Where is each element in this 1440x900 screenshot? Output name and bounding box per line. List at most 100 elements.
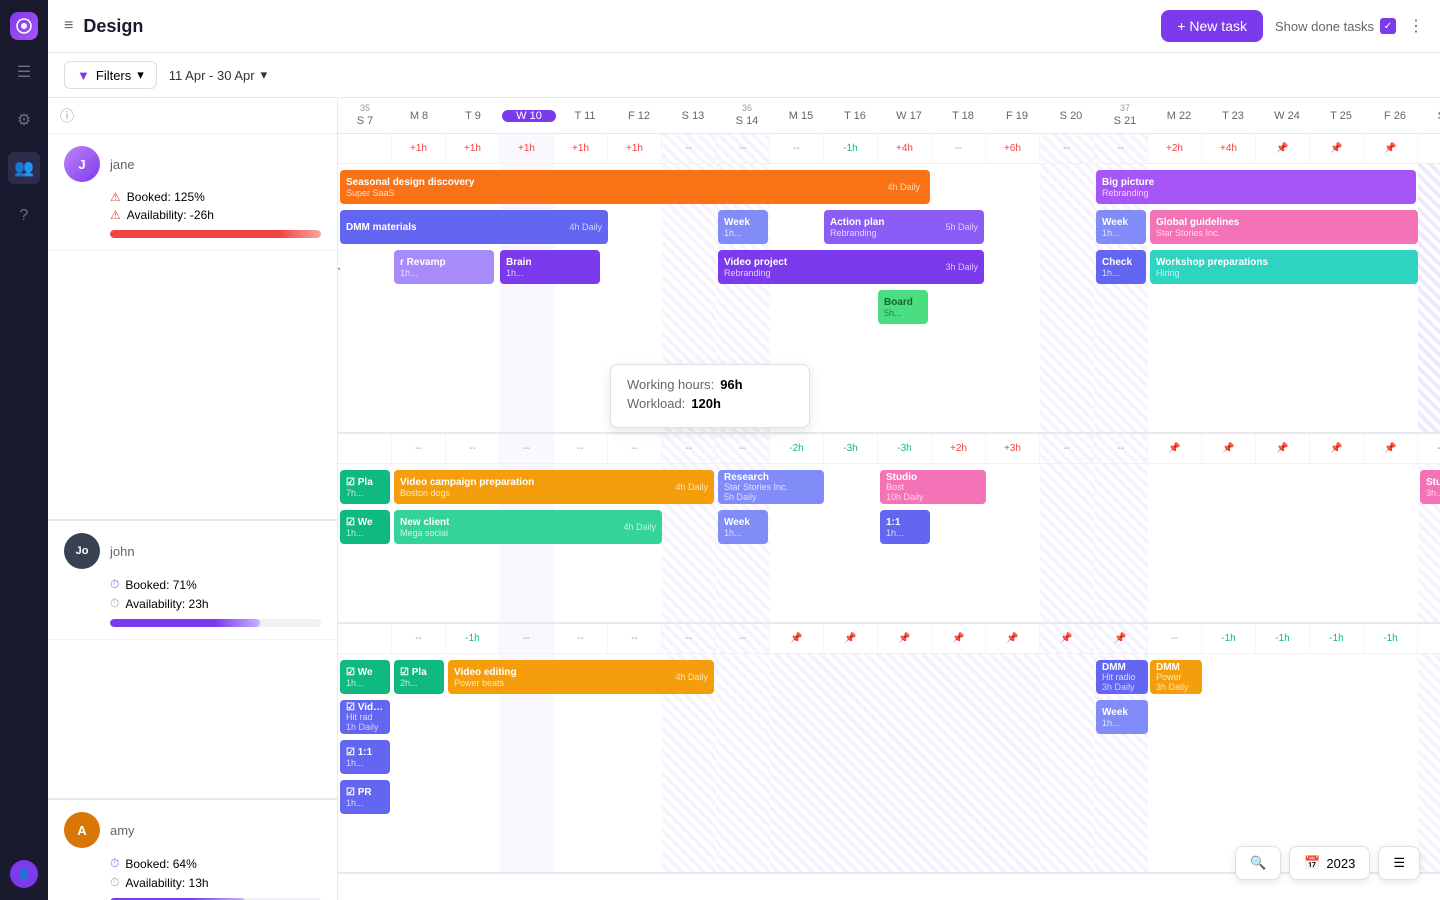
task-workshop-prep[interactable]: Workshop preparations Hiring [1150, 250, 1418, 284]
task-video-editing[interactable]: Video editing Power beats 4h Daily [448, 660, 714, 694]
overflow-cell-jane-3-today: +1h [500, 134, 554, 163]
user-info-john: Jo john [64, 533, 321, 569]
task-we-amy[interactable]: ☑ We 1h... [340, 660, 390, 694]
task-week-jane-1[interactable]: Week 1h... [718, 210, 768, 244]
task-dmm-materials[interactable]: DMM materials 4h Daily [340, 210, 608, 244]
overflow-cell-jane-5: +1h [608, 134, 662, 163]
task-board[interactable]: Board 5h... [878, 290, 928, 324]
day-col-w24: W 24 [1260, 110, 1314, 122]
task-check[interactable]: Check 1h... [1096, 250, 1146, 284]
show-availability-button[interactable]: Show availability [338, 257, 341, 340]
overflow-cell-jane-16: +4h [1202, 134, 1256, 163]
overflow-cell-jane-11: -- [932, 134, 986, 163]
overflow-cell-jane-9: -1h [824, 134, 878, 163]
day-col-t18: T 18 [936, 110, 990, 122]
task-big-picture[interactable]: Big picture Rebranding [1096, 170, 1416, 204]
task-week-amy[interactable]: Week 1h... [1096, 700, 1148, 734]
overflow-cell-jane-2: +1h [446, 134, 500, 163]
working-hours-tooltip: Working hours: 96h Workload: 120h [610, 364, 810, 428]
task-1-1-amy[interactable]: ☑ 1:1 1h... [340, 740, 390, 774]
task-seasonal-discovery[interactable]: Seasonal design discovery Super SaaS 4h … [340, 170, 930, 204]
workload-label: Workload: [627, 396, 685, 411]
new-task-label: + New task [1177, 18, 1247, 34]
task-studio-john-1[interactable]: Studio 3h... [1420, 470, 1440, 504]
task-pr-amy[interactable]: ☑ PR 1h... [340, 780, 390, 814]
sidebar-users-icon[interactable]: 👥 [8, 152, 40, 184]
overflow-cell-jane-12: +6h [986, 134, 1040, 163]
zoom-icon: 🔍 [1250, 855, 1266, 871]
day-col-s7: S 7 [338, 115, 392, 127]
availability-icon-amy: ⏱ [110, 875, 119, 890]
availability-icon-jane: ⚠ [110, 208, 121, 222]
task-brain[interactable]: Brain 1h... [500, 250, 600, 284]
done-checkbox[interactable]: ✓ [1380, 18, 1396, 34]
sidebar-help-icon[interactable]: ? [8, 200, 40, 232]
zoom-button[interactable]: 🔍 [1235, 846, 1281, 880]
task-studio-john-0[interactable]: Studio Bost 10h Daily [880, 470, 986, 504]
calendar-button[interactable]: 📅 2023 [1289, 846, 1370, 880]
day-col-f19: F 19 [990, 110, 1044, 122]
day-col-s13: S 13 [666, 110, 720, 122]
filter-icon: ▼ [77, 68, 90, 83]
new-task-button[interactable]: + New task [1161, 10, 1263, 42]
tooltip-working-hours: Working hours: 96h [627, 377, 793, 392]
more-options-icon[interactable]: ⋮ [1408, 16, 1424, 36]
user-row-amy: A amy ⏱ Booked: 64% ⏱ Availability: 13h [48, 800, 337, 900]
app-logo[interactable] [10, 12, 38, 40]
filter-label: Filters [96, 68, 131, 83]
task-new-client[interactable]: New client Mega social 4h Daily [394, 510, 662, 544]
user-stats-amy: ⏱ Booked: 64% ⏱ Availability: 13h [110, 856, 321, 900]
task-video-campaign[interactable]: Video campaign preparation Boston dogs 4… [394, 470, 714, 504]
overflow-row-john: -- -- -- -- -- -- -- -2h -3h -3h +2h +3h… [338, 434, 1440, 464]
task-pla-john-0[interactable]: ☑ Pla 7h... [340, 470, 390, 504]
task-action-plan[interactable]: Action plan Rebranding 5h Daily [824, 210, 984, 244]
availability-icon-john: ⏱ [110, 596, 119, 611]
overflow-cell-jane-7: -- [716, 134, 770, 163]
page-title: Design [83, 16, 143, 37]
list-icon: ☰ [1393, 855, 1405, 871]
list-view-button[interactable]: ☰ [1378, 846, 1420, 880]
task-pla-amy[interactable]: ☑ Pla 2h... [394, 660, 444, 694]
progress-fill-john [110, 619, 260, 627]
user-stats-john: ⏱ Booked: 71% ⏱ Availability: 23h [110, 577, 321, 627]
overflow-cell-jane-10: +4h [878, 134, 932, 163]
task-video-amy[interactable]: ☑ Video Hit rad 1h Daily [340, 700, 390, 734]
overflow-cell-jane-0 [338, 134, 392, 163]
task-revamp[interactable]: r Revamp 1h... [394, 250, 494, 284]
task-week-john[interactable]: Week 1h... [718, 510, 768, 544]
task-video-project[interactable]: Video project Rebranding 3h Daily [718, 250, 984, 284]
task-dmm-amy-1[interactable]: DMM Power 3h Daily [1150, 660, 1202, 694]
booked-stat-john: ⏱ Booked: 71% [110, 577, 321, 592]
task-research[interactable]: Research Star Stories Inc. 5h Daily [718, 470, 824, 504]
booked-icon-john: ⏱ [110, 577, 119, 592]
day-col-s20: S 20 [1044, 110, 1098, 122]
overflow-cell-jane-18: 📌 [1310, 134, 1364, 163]
task-global-guidelines[interactable]: Global guidelines Star Stories Inc. [1150, 210, 1418, 244]
availability-stat-jane: ⚠ Availability: -26h [110, 208, 321, 222]
overflow-cell-jane-15: +2h [1148, 134, 1202, 163]
day-col-f12: F 12 [612, 110, 666, 122]
availability-label-amy: Availability: 13h [125, 876, 208, 890]
working-hours-value: 96h [720, 377, 742, 392]
user-info-amy: A amy [64, 812, 321, 848]
task-dmm-amy-0[interactable]: DMM Hit radio 3h Daily [1096, 660, 1148, 694]
show-done-tasks[interactable]: Show done tasks ✓ [1275, 18, 1396, 34]
calendar-year-label: 2023 [1326, 856, 1355, 871]
sidebar-menu-icon[interactable]: ☰ [8, 56, 40, 88]
hamburger-icon[interactable]: ≡ [64, 17, 73, 35]
day-col-m8: M 8 [392, 110, 446, 122]
task-1-1-john[interactable]: 1:1 1h... [880, 510, 930, 544]
date-range-picker[interactable]: 11 Apr - 30 Apr ▾ [169, 67, 267, 83]
workload-value: 120h [691, 396, 721, 411]
filter-chevron: ▾ [137, 67, 144, 83]
task-we-john[interactable]: ☑ We 1h... [340, 510, 390, 544]
sidebar-settings-icon[interactable]: ⚙ [8, 104, 40, 136]
day-col-w17: W 17 [882, 110, 936, 122]
day-col-t9: T 9 [446, 110, 500, 122]
filter-button[interactable]: ▼ Filters ▾ [64, 61, 157, 89]
task-week-jane-2[interactable]: Week 1h... [1096, 210, 1146, 244]
avatar-amy: A [64, 812, 100, 848]
user-name-jane: jane [110, 157, 135, 172]
booked-label-amy: Booked: 64% [125, 857, 196, 871]
current-user-avatar[interactable]: 👤 [10, 860, 38, 888]
